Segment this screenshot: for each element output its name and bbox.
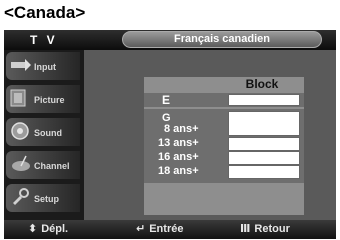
sidebar-item-input[interactable]: Input — [6, 52, 80, 80]
sidebar-item-label: Picture — [34, 95, 65, 105]
rating-group: G 8 ans+ 13 ans+ 16 ans+ 18 ans+ — [144, 109, 304, 183]
footer-back: Ⅲ Retour — [240, 223, 290, 236]
return-icon: Ⅲ — [240, 223, 251, 235]
picture-icon — [10, 89, 26, 107]
block-toggle-16-ans[interactable] — [228, 151, 300, 165]
block-column-header: Block — [245, 77, 279, 91]
enter-icon: ↵ — [136, 223, 146, 235]
rating-row-e[interactable]: E — [144, 93, 304, 107]
block-toggle-18-ans[interactable] — [228, 165, 300, 179]
sidebar-item-channel[interactable]: Channel — [6, 151, 80, 179]
page-label: <Canada> — [4, 3, 86, 22]
tv-title: T V — [30, 33, 58, 47]
tv-osd-screen: T V Français canadien Input Picture Soun… — [4, 30, 336, 239]
rating-row-18-ans[interactable]: 18 ans+ — [158, 165, 238, 178]
rating-block-panel: Block E G 8 ans+ 13 ans+ 16 ans+ 18 ans+ — [144, 77, 304, 215]
sidebar-item-label: Setup — [34, 194, 60, 204]
footer-move: ⬍ Dépl. — [28, 223, 68, 236]
sound-icon — [11, 122, 29, 140]
content-area: Block E G 8 ans+ 13 ans+ 16 ans+ 18 ans+ — [84, 50, 336, 220]
input-icon — [11, 59, 31, 71]
footer-enter: ↵ Entrée — [136, 223, 183, 236]
sidebar: Input Picture Sound Channel Setup — [4, 52, 80, 219]
up-down-arrow-icon: ⬍ — [28, 223, 38, 235]
block-toggle-e[interactable] — [228, 94, 300, 106]
sidebar-item-setup[interactable]: Setup — [6, 184, 80, 212]
block-toggle-g-8-ans[interactable] — [228, 111, 300, 136]
footer-enter-label: Entrée — [149, 223, 184, 235]
sidebar-item-label: Input — [34, 62, 56, 72]
language-indicator: Français canadien — [122, 31, 322, 48]
rating-row-16-ans[interactable]: 16 ans+ — [158, 151, 238, 164]
sidebar-item-label: Channel — [34, 161, 70, 171]
sidebar-item-picture[interactable]: Picture — [6, 85, 80, 113]
footer-move-label: Dépl. — [41, 223, 69, 235]
sidebar-item-label: Sound — [34, 128, 62, 138]
setup-icon — [13, 188, 29, 205]
rating-row-13-ans[interactable]: 13 ans+ — [158, 137, 238, 150]
footer-back-label: Retour — [254, 223, 290, 235]
sidebar-item-sound[interactable]: Sound — [6, 118, 80, 146]
rating-label: E — [162, 93, 171, 107]
footer-help-bar: ⬍ Dépl. ↵ Entrée Ⅲ Retour — [4, 220, 336, 239]
block-toggle-13-ans[interactable] — [228, 137, 300, 151]
header-bar: T V Français canadien — [4, 30, 336, 50]
channel-icon — [12, 155, 30, 171]
